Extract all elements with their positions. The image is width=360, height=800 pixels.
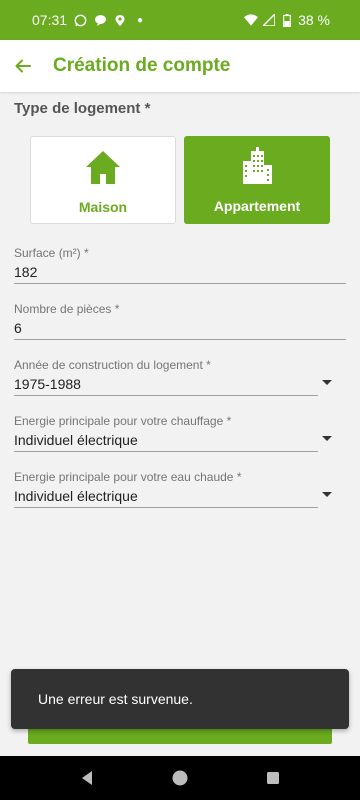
- hot-water-energy-label: Energie principale pour votre eau chaude…: [14, 470, 242, 484]
- whatsapp-icon: [73, 13, 87, 27]
- wifi-icon: [244, 13, 259, 27]
- hot-water-energy-value[interactable]: Individuel électrique: [14, 488, 318, 508]
- housing-type-label: Type de logement *: [14, 100, 151, 117]
- circle-home-icon: [172, 770, 188, 786]
- surface-label: Surface (m²) *: [14, 246, 89, 260]
- surface-field[interactable]: Surface (m²) * 182: [14, 246, 346, 284]
- rooms-field[interactable]: Nombre de pièces * 6: [14, 302, 346, 340]
- hot-water-energy-select[interactable]: Energie principale pour votre eau chaude…: [14, 470, 346, 508]
- dropdown-arrow-icon[interactable]: [322, 492, 332, 497]
- nav-recents-button[interactable]: [261, 766, 285, 790]
- chat-bubble-icon: [93, 13, 107, 27]
- building-icon: [237, 146, 277, 186]
- nav-home-button[interactable]: [168, 766, 192, 790]
- housing-type-appartement[interactable]: Appartement: [184, 136, 330, 224]
- heating-energy-label: Energie principale pour votre chauffage …: [14, 414, 232, 428]
- housing-type-maison[interactable]: Maison: [30, 136, 176, 224]
- page-title: Création de compte: [53, 55, 231, 76]
- construction-year-select[interactable]: Année de construction du logement * 1975…: [14, 358, 346, 396]
- signal-icon: [262, 13, 276, 27]
- location-icon: [113, 13, 127, 27]
- construction-year-label: Année de construction du logement *: [14, 358, 211, 372]
- nav-back-button[interactable]: [75, 766, 99, 790]
- status-bar: 07:31 ● 38 %: [0, 0, 360, 40]
- square-recents-icon: [267, 772, 280, 784]
- battery-icon: [280, 13, 294, 27]
- dropdown-arrow-icon[interactable]: [322, 436, 332, 441]
- system-nav-bar: [0, 756, 360, 800]
- heating-energy-select[interactable]: Energie principale pour votre chauffage …: [14, 414, 346, 452]
- dot-icon: ●: [137, 14, 144, 26]
- construction-year-value[interactable]: 1975-1988: [14, 376, 318, 396]
- rooms-label: Nombre de pièces *: [14, 302, 120, 316]
- error-snackbar: Une erreur est survenue.: [11, 669, 349, 729]
- battery-level: 38 %: [298, 12, 330, 28]
- heating-energy-value[interactable]: Individuel électrique: [14, 432, 318, 452]
- snackbar-message: Une erreur est survenue.: [38, 691, 193, 707]
- dropdown-arrow-icon[interactable]: [322, 380, 332, 385]
- triangle-back-icon: [81, 771, 92, 785]
- housing-type-maison-label: Maison: [78, 199, 128, 215]
- surface-input[interactable]: 182: [14, 264, 346, 284]
- arrow-left-icon: [15, 59, 31, 73]
- rooms-input[interactable]: 6: [14, 320, 346, 340]
- back-button[interactable]: [13, 56, 33, 76]
- app-bar: Création de compte: [0, 40, 360, 92]
- house-icon: [83, 147, 123, 187]
- status-time: 07:31: [32, 12, 68, 28]
- housing-type-appartement-label: Appartement: [213, 198, 301, 214]
